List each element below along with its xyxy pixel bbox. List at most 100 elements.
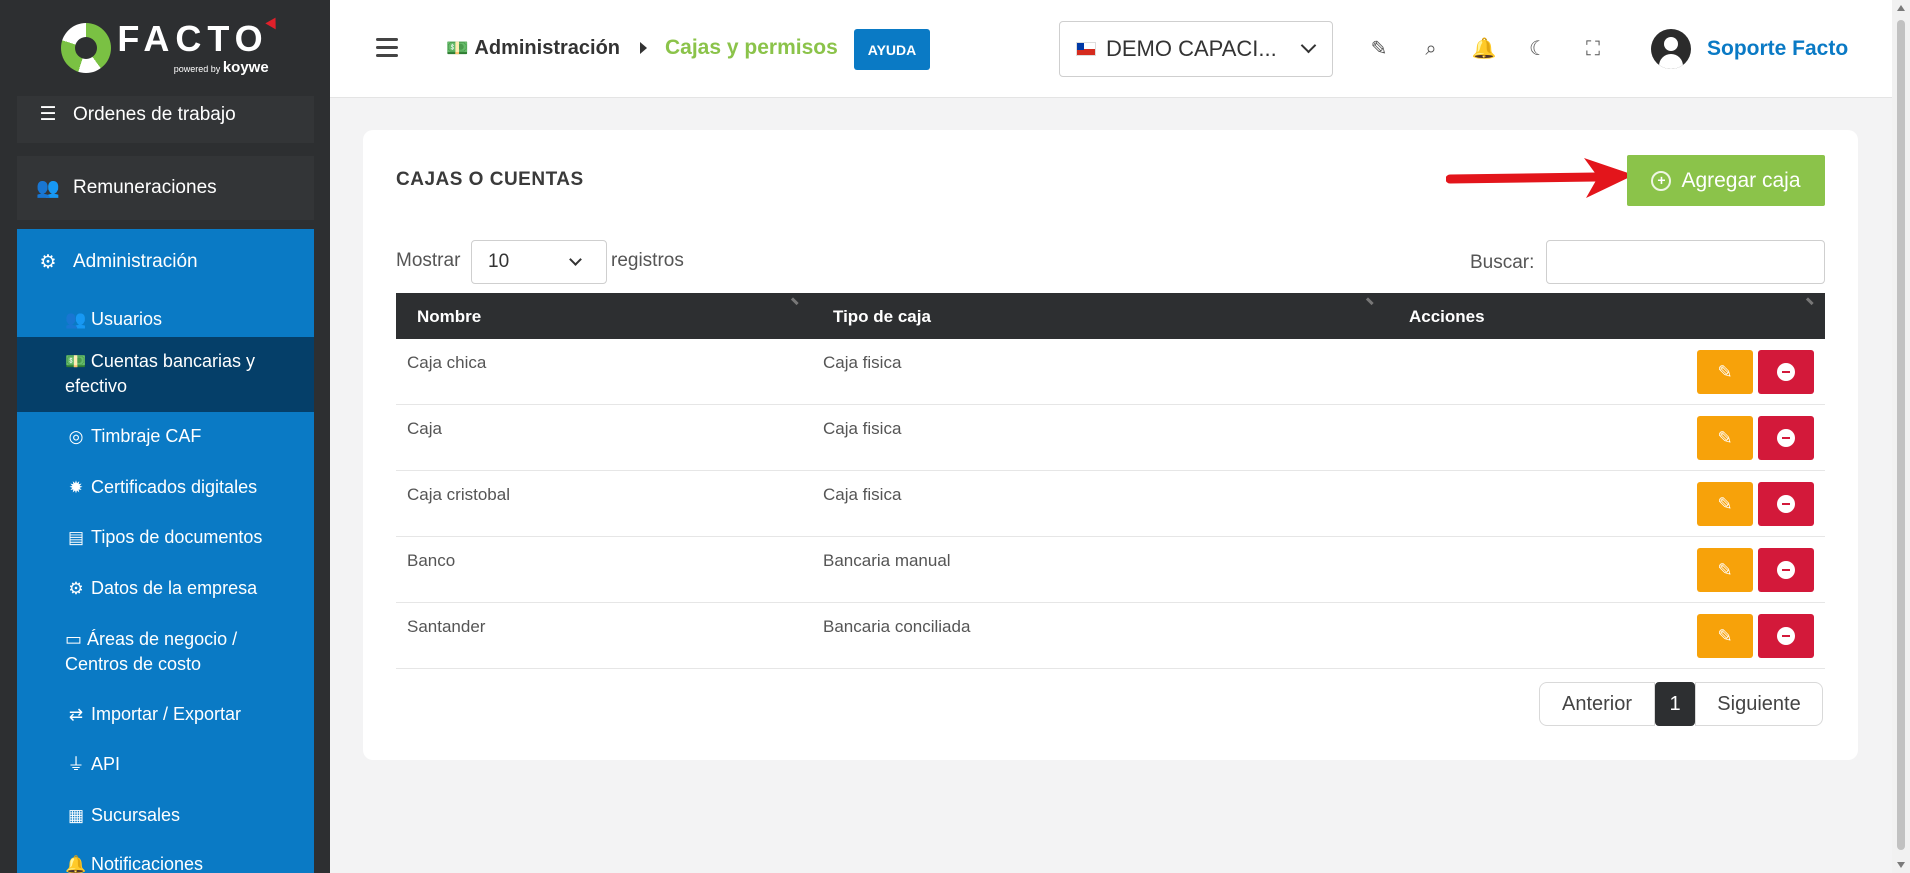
sidebar-subitem-wrap: 💵 Cuentas bancarias y efectivo [65, 349, 285, 399]
menu-toggle-icon[interactable] [376, 38, 398, 57]
cell-tipo: Caja fisica [823, 419, 902, 438]
breadcrumb-parent-label: Administración [474, 36, 620, 59]
delete-button[interactable] [1758, 614, 1814, 658]
sidebar-item-administracion[interactable]: ⚙ Administración [17, 240, 314, 284]
delete-button[interactable] [1758, 350, 1814, 394]
brand-powered-text: powered by [173, 63, 221, 74]
edit-button[interactable]: ✎ [1697, 548, 1753, 592]
page-scrollbar[interactable] [1892, 0, 1910, 873]
delete-button[interactable] [1758, 548, 1814, 592]
company-select[interactable]: DEMO CAPACI... [1059, 21, 1333, 77]
building-icon: ▦ [67, 806, 85, 825]
column-header-tipo[interactable]: Tipo de caja [833, 307, 931, 327]
minus-circle-icon [1777, 363, 1795, 381]
table-row: Caja cristobal Caja fisica ✎ [396, 471, 1825, 537]
edit-icon: ✎ [1717, 361, 1733, 382]
sidebar-subitem-certificados[interactable]: ✹ Certificados digitales [17, 475, 314, 515]
edit-icon: ✎ [1717, 493, 1733, 514]
annotation-arrow-icon [1446, 158, 1634, 198]
pagination-page-1[interactable]: 1 [1655, 682, 1695, 726]
brand-wrap: FACTO powered by koywe [61, 14, 281, 76]
users-icon: 👥 [36, 178, 60, 199]
sidebar-subitem-api[interactable]: ⏚ API [17, 752, 314, 792]
cell-nombre: Caja cristobal [407, 485, 510, 504]
fullscreen-icon[interactable]: ⛶ [1580, 36, 1606, 62]
sidebar-subitem-label: Cuentas bancarias y efectivo [65, 351, 255, 396]
sidebar: ☰ Ordenes de trabajo 👥 Remuneraciones ⚙ … [0, 0, 330, 873]
table-row: Caja chica Caja fisica ✎ [396, 339, 1825, 405]
chile-flag-icon [1076, 42, 1096, 56]
bell-icon[interactable]: 🔔 [1471, 36, 1497, 62]
pagination-prev[interactable]: Anterior [1539, 682, 1655, 726]
scroll-up-icon[interactable] [1897, 5, 1905, 11]
sidebar-subitem-usuarios[interactable]: 👥 Usuarios [17, 299, 314, 339]
sidebar-subitem-importar[interactable]: ⇄ Importar / Exportar [17, 702, 314, 742]
list-check-icon: ☰ [39, 104, 57, 125]
chevron-down-icon [569, 253, 582, 266]
sidebar-subitem-areas-negocio[interactable]: ▭ Áreas de negocio / Centros de costo [17, 627, 314, 681]
edit-button[interactable]: ✎ [1697, 482, 1753, 526]
delete-button[interactable] [1758, 482, 1814, 526]
edit-icon: ✎ [1717, 625, 1733, 646]
search-icon[interactable]: ⌕ [1418, 36, 1444, 62]
cell-nombre: Banco [407, 551, 456, 570]
sidebar-subitem-label: Sucursales [91, 805, 181, 825]
brand-powered: powered by koywe [117, 59, 269, 76]
page-size-select[interactable]: 10 [471, 240, 607, 284]
sidebar-subitem-sucursales[interactable]: ▦ Sucursales [17, 803, 314, 843]
search-label: Buscar: [1470, 252, 1535, 273]
sort-icon[interactable] [1362, 297, 1374, 309]
scroll-down-icon[interactable] [1897, 862, 1905, 868]
table-row: Banco Bancaria manual ✎ [396, 537, 1825, 603]
sort-icon[interactable] [787, 297, 799, 309]
edit-icon: ✎ [1717, 427, 1733, 448]
add-caja-label: Agregar caja [1681, 168, 1801, 192]
page-size-value: 10 [488, 251, 510, 272]
add-caja-button[interactable]: + Agregar caja [1627, 155, 1825, 206]
scrollbar-thumb[interactable] [1897, 20, 1905, 850]
minus-circle-icon [1777, 495, 1795, 513]
breadcrumb-parent[interactable]: 💵 Administración [446, 37, 620, 60]
bell-icon: 🔔 [65, 855, 87, 873]
show-label: Mostrar [396, 250, 461, 271]
column-header-nombre[interactable]: Nombre [417, 307, 481, 327]
edit-button[interactable]: ✎ [1697, 350, 1753, 394]
edit-button[interactable]: ✎ [1697, 614, 1753, 658]
help-button[interactable]: AYUDA [854, 29, 930, 70]
plug-icon: ⏚ [67, 755, 85, 774]
facto-logo-icon [61, 23, 112, 73]
cell-nombre: Caja chica [407, 353, 487, 372]
sidebar-subitem-timbraje[interactable]: ◎ Timbraje CAF [17, 424, 314, 464]
sidebar-subitem-label: Notificaciones [91, 854, 204, 873]
edit-document-icon[interactable]: ✎ [1366, 36, 1392, 62]
breadcrumb-current: Cajas y permisos [665, 36, 838, 59]
pagination-next[interactable]: Siguiente [1695, 682, 1823, 726]
target-icon: ◎ [68, 427, 84, 446]
exchange-icon: ⇄ [68, 705, 84, 724]
delete-button[interactable] [1758, 416, 1814, 460]
sidebar-subitem-tipos-documentos[interactable]: ▤ Tipos de documentos [17, 525, 314, 565]
user-name[interactable]: Soporte Facto [1707, 37, 1848, 61]
sidebar-subitem-label: Tipos de documentos [91, 527, 263, 547]
brand-logo[interactable]: FACTO powered by koywe [0, 0, 330, 96]
placeholder-spacer [1119, 36, 1145, 62]
sort-icon[interactable] [1802, 297, 1814, 309]
search-input[interactable] [1546, 240, 1825, 284]
cell-nombre: Santander [407, 617, 486, 636]
money-bill-icon: 💵 [65, 352, 91, 371]
sidebar-subitem-datos-empresa[interactable]: ⚙ Datos de la empresa [17, 576, 314, 616]
dark-mode-icon[interactable]: ☾ [1525, 36, 1551, 62]
table-row: Santander Bancaria conciliada ✎ [396, 603, 1825, 669]
brand-name: FACTO [117, 14, 281, 57]
sidebar-subitem-label: Timbraje CAF [91, 426, 202, 446]
edit-button[interactable]: ✎ [1697, 416, 1753, 460]
sidebar-subitem-notificaciones[interactable]: 🔔 Notificaciones [17, 852, 314, 873]
column-header-acciones[interactable]: Acciones [1409, 307, 1485, 327]
caret-right-icon [640, 42, 647, 54]
avatar[interactable] [1651, 29, 1691, 69]
sidebar-item-remuneraciones[interactable]: 👥 Remuneraciones [17, 156, 314, 220]
file-icon: ▤ [67, 528, 85, 547]
sidebar-subitem-label: Certificados digitales [91, 477, 258, 497]
sidebar-subitem-cuentas-bancarias[interactable]: 💵 Cuentas bancarias y efectivo [17, 337, 314, 412]
cell-tipo: Bancaria conciliada [823, 617, 971, 636]
